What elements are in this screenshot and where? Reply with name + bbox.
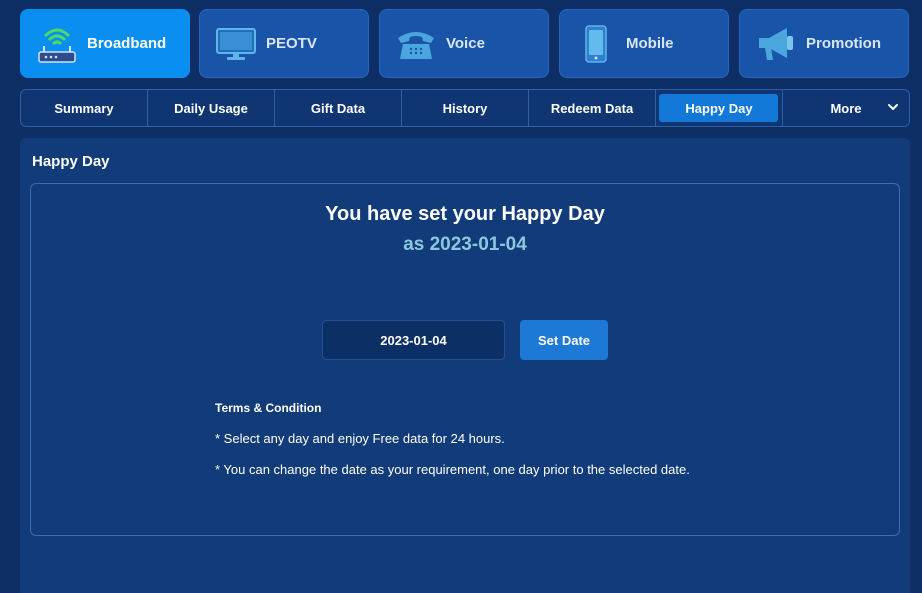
service-tab-label: Mobile	[626, 35, 674, 52]
terms-title: Terms & Condition	[215, 401, 322, 415]
chevron-down-icon	[888, 104, 898, 111]
router-icon	[35, 22, 79, 66]
service-tab-broadband[interactable]: Broadband	[20, 9, 190, 78]
happy-day-date-display: as 2023-01-04	[403, 234, 527, 255]
service-tab-voice[interactable]: Voice	[379, 9, 549, 78]
happy-day-card: You have set your Happy Day as 2023-01-0…	[30, 183, 900, 536]
service-tab-label: PEOTV	[266, 35, 317, 52]
tab-label: Gift Data	[310, 100, 366, 116]
set-date-button[interactable]: Set Date	[520, 320, 608, 360]
service-tab-label: Broadband	[87, 35, 167, 52]
tab-label: Daily Usage	[174, 100, 248, 116]
happy-day-heading: You have set your Happy Day	[325, 203, 605, 225]
sub-tabs: Summary Daily Usage Gift Data History Re…	[20, 89, 910, 127]
term-item: * Select any day and enjoy Free data for…	[215, 431, 505, 446]
service-tab-label: Voice	[446, 35, 485, 52]
tab-happy-day[interactable]: Happy Day	[656, 90, 783, 126]
date-input[interactable]	[322, 320, 505, 360]
tab-label: Happy Day	[685, 100, 753, 116]
tab-label: Summary	[54, 100, 114, 116]
service-tabs: Broadband PEOTV Voice Mobile Promotion	[20, 9, 910, 79]
tab-label: History	[442, 100, 488, 116]
term-item: * You can change the date as your requir…	[215, 462, 690, 477]
service-tab-mobile[interactable]: Mobile	[559, 9, 729, 78]
service-tab-promotion[interactable]: Promotion	[739, 9, 909, 78]
megaphone-icon	[754, 22, 798, 66]
service-tab-label: Promotion	[806, 35, 881, 52]
tab-label: Redeem Data	[550, 100, 634, 116]
tab-gift-data[interactable]: Gift Data	[275, 90, 402, 126]
happy-day-panel: Happy Day You have set your Happy Day as…	[20, 138, 910, 593]
mobile-phone-icon	[574, 22, 618, 66]
tab-summary[interactable]: Summary	[21, 90, 148, 126]
tab-redeem-data[interactable]: Redeem Data	[529, 90, 656, 126]
telephone-icon	[394, 22, 438, 66]
service-tab-peotv[interactable]: PEOTV	[199, 9, 369, 78]
panel-title: Happy Day	[32, 153, 110, 170]
tab-daily-usage[interactable]: Daily Usage	[148, 90, 275, 126]
tab-history[interactable]: History	[402, 90, 529, 126]
tab-more[interactable]: More	[783, 90, 909, 126]
tab-label: More	[830, 100, 862, 116]
tv-icon	[214, 22, 258, 66]
